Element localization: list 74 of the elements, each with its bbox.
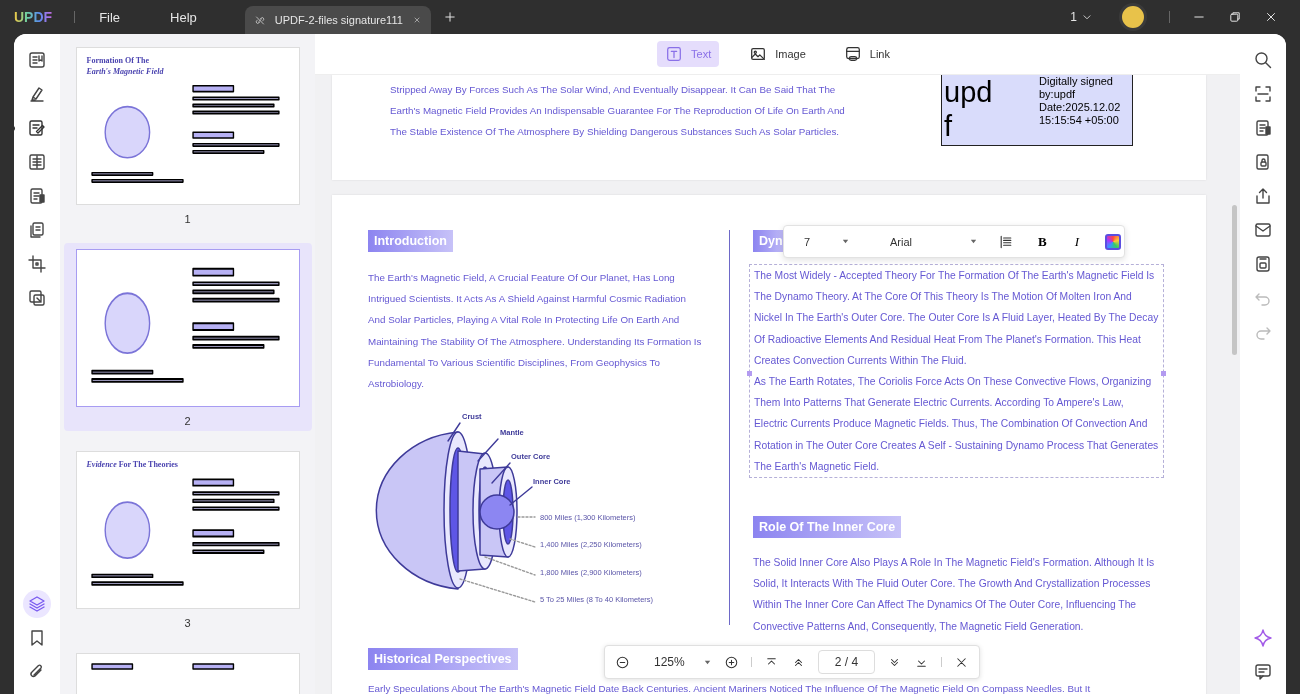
signature-mark: f: [944, 109, 954, 143]
edit-document-icon[interactable]: [27, 118, 47, 138]
avatar-icon[interactable]: [1119, 3, 1147, 31]
signature-text: Date:2025.12.02: [1039, 101, 1121, 114]
signature-text: by:updf: [1039, 88, 1077, 101]
image-icon: [749, 45, 768, 63]
resize-handle[interactable]: [747, 371, 752, 376]
paragraph: The Most Widely - Accepted Theory For The Formation Of The Earth's Magnetic Field Is The Dynamo Theory. At The Core Of This Theory Is The Motion Of Molten Iron And Nickel In The Earth's Outer Core. The Outer Core Is A Fluid Layer, Heated By The Decay Of Radioactive Elements And Residual Heat From The Planet's Formation. This Heat Creates Convection Currents Within The Fluid.: [754, 269, 1159, 368]
scrollbar[interactable]: [1232, 205, 1237, 355]
document-tab[interactable]: UPDF-2-files signature111: [244, 6, 431, 34]
page-number: 2: [184, 415, 191, 427]
caret-icon[interactable]: [969, 237, 978, 246]
crop-icon[interactable]: [27, 254, 47, 274]
layers-icon[interactable]: [23, 590, 51, 618]
italic-button[interactable]: I: [1070, 233, 1083, 250]
chat-icon[interactable]: [1253, 662, 1273, 682]
leader-line: [491, 462, 511, 484]
paragraph: Early Speculations About The Earth's Magnetic Field Date Back Centuries. Ancient Mariners Noticed The Influence Of The Magnetic Field On Compass Needles. But It: [368, 681, 1092, 694]
zoom-out-icon[interactable]: [615, 654, 630, 670]
document-icon[interactable]: [27, 186, 47, 206]
page-number: 3: [184, 617, 191, 629]
mail-icon[interactable]: [1253, 220, 1273, 240]
section-heading: Role Of The Inner Core: [753, 516, 902, 539]
color-picker-button[interactable]: [1105, 233, 1121, 250]
paragraph: As The Earth Rotates, The Coriolis Force Acts On These Convective Flows, Organizing Them Into Patterns That Generate Electric Currents. According To Ampere's Law, Electric Currents Produce Magnetic Fields. Thus, The Combination Of Convection And Rotation in The Outer Core Creates A Self - Sustaining Dynamo Process That Generates The Earth's Magnetic Field.: [754, 375, 1159, 474]
signature-text: Digitally signed: [1039, 75, 1114, 88]
menu-item[interactable]: File: [99, 9, 121, 25]
page-thumbnail[interactable]: 2: [63, 243, 312, 431]
stack-icon[interactable]: [27, 288, 47, 308]
highlighter-icon[interactable]: [27, 84, 47, 104]
sparkle-icon[interactable]: [1253, 628, 1273, 648]
document-icon[interactable]: [1253, 118, 1273, 138]
text-box-icon: [665, 45, 683, 63]
leader-line: [509, 538, 536, 548]
caret-icon[interactable]: [841, 237, 850, 246]
menu-item[interactable]: Help: [170, 9, 197, 25]
paragraph: The Solid Inner Core Also Plays A Role In The Magnetic Field's Formation. Although It Is Solid, It Interacts With The Fluid Outer Core. The Growth And Crystallization Processes Within The Inner Core Can Affect The Dynamics Of The Outer Core, Influencing The Convective Patterns And, Consequently, The Magnetic Field Generation.: [753, 556, 1156, 634]
thumbnail-title: Evidence For The Theories: [86, 460, 179, 469]
search-icon[interactable]: [1253, 50, 1273, 70]
font-dropdown[interactable]: Arial: [870, 235, 978, 248]
page-number: 1: [184, 213, 191, 225]
app-logo: UPDF: [14, 9, 53, 25]
share-icon[interactable]: [1253, 186, 1273, 206]
bold-button[interactable]: B: [1034, 233, 1051, 250]
page-number-field[interactable]: 2 / 4: [817, 650, 876, 674]
text-selection-box[interactable]: [749, 264, 1164, 479]
thumbnail-title: Formation Of The: [86, 56, 150, 65]
add-tab-icon[interactable]: [442, 10, 457, 24]
leader-line: [509, 486, 533, 506]
book-icon[interactable]: [27, 50, 47, 70]
leader-line: [517, 516, 536, 518]
resize-handle[interactable]: [1161, 371, 1166, 376]
align-icon[interactable]: [998, 233, 1014, 250]
link-icon: [843, 45, 862, 63]
section-heading: Introduction: [368, 230, 453, 252]
leader-line: [477, 438, 499, 462]
edit-mode-tab[interactable]: Link: [835, 41, 898, 67]
signature-mark: upd: [944, 75, 994, 109]
signature-text: 15:15:54 +05:00: [1039, 114, 1120, 127]
window-selector[interactable]: 1: [1070, 10, 1093, 24]
paragraph: The Earth's Magnetic Field, A Crucial Feature Of Our Planet, Has Long Intrigued Scientists. It Acts As A Shield Against Harmful Cosmic Radiation And Solar Particles, Playing A Vital Role In Protecting Life On Earth And Maintaining The Stability Of The Atmosphere. Understanding Its Formation Is Fundamental To Various Scientific Disciplines, From Geophysics To Astrobiology.: [368, 271, 703, 391]
leader-line: [484, 556, 536, 576]
zoom-in-icon[interactable]: [723, 654, 739, 670]
section-heading: Historical Perspectives: [368, 647, 518, 670]
list-icon[interactable]: [27, 152, 47, 172]
paragraph: Stripped Away By Forces Such As The Solar Wind, And Eventually Disappear. It Can Be Said That The Earth's Magnetic Field Provides An Indispensable Guarantee For The Reproduction Of Life On Earth And The Stable Existence Of The Atmosphere By Shielding Dangerous Substances Such As Solar Particles.: [390, 83, 846, 140]
leader-line: [447, 422, 461, 442]
zoom-dropdown[interactable]: 125%: [654, 655, 712, 669]
edit-mode-tab[interactable]: Image: [741, 41, 814, 67]
pages-icon[interactable]: [27, 220, 47, 240]
restore-icon[interactable]: [1228, 10, 1242, 24]
scan-frame-icon[interactable]: [1253, 84, 1273, 104]
thumbnail-subtitle: Earth's Magnetic Field: [86, 67, 165, 76]
close-icon[interactable]: [1264, 10, 1278, 24]
